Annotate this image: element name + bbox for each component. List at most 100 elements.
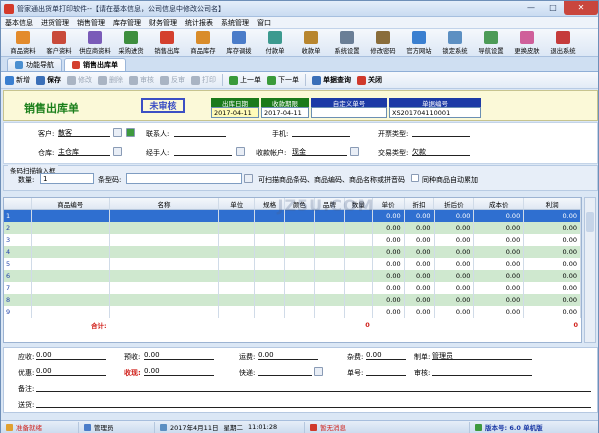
handler-input[interactable] bbox=[174, 147, 232, 156]
account-picker-icon[interactable] bbox=[350, 147, 359, 156]
tab-sales-out[interactable]: 销售出库单 bbox=[64, 58, 126, 71]
grid-cell bbox=[31, 210, 110, 222]
close-icon[interactable]: ✕ bbox=[564, 0, 598, 15]
menu-system[interactable]: 系统管理 bbox=[221, 18, 249, 28]
table-row[interactable]: 4 0.00 0.00 0.00 0.00 0.00 bbox=[4, 246, 581, 258]
table-row[interactable]: 1 0.00 0.00 0.00 0.00 0.00 bbox=[4, 210, 581, 222]
menu-basic-info[interactable]: 基本信息 bbox=[5, 18, 33, 28]
grid-cell bbox=[345, 258, 373, 270]
freight-input[interactable]: 0.00 bbox=[258, 351, 318, 360]
doc-title: 销售出库单 bbox=[24, 102, 79, 115]
grid-cell bbox=[285, 306, 315, 318]
action-icon bbox=[36, 75, 45, 85]
doc-form: 客户: 散客 联系人: 手机: 开票类型: 仓库: 主仓库 经手人: 收款帐户:… bbox=[3, 122, 598, 164]
toolbar-button-goods[interactable]: 商品资料 bbox=[5, 30, 41, 56]
grid-cell: 0.00 bbox=[373, 282, 405, 294]
trade-type-select[interactable]: 欠款 bbox=[412, 147, 470, 156]
grid-cell bbox=[255, 319, 285, 331]
accumulate-checkbox[interactable] bbox=[411, 174, 419, 182]
action-icon bbox=[229, 75, 238, 85]
custom-no-field: 自定义单号 bbox=[311, 98, 387, 118]
action-icon bbox=[357, 75, 366, 85]
menu-window[interactable]: 窗口 bbox=[257, 18, 271, 28]
warehouse-picker-icon[interactable] bbox=[113, 147, 122, 156]
phone-input[interactable] bbox=[292, 128, 350, 137]
grid-cell bbox=[314, 270, 345, 282]
grid-cell: 0.00 bbox=[524, 282, 581, 294]
grid-vertical-scrollbar[interactable] bbox=[584, 197, 596, 343]
toolbar-button-transfer[interactable]: 库存调拨 bbox=[221, 30, 257, 56]
menu-purchase[interactable]: 进货管理 bbox=[41, 18, 69, 28]
toolbar-button-skin[interactable]: 更换皮肤 bbox=[509, 30, 545, 56]
toolbar-button-exit[interactable]: 退出系统 bbox=[545, 30, 581, 56]
toolbar-button-nav-settings[interactable]: 导航设置 bbox=[473, 30, 509, 56]
toolbar-button-settings[interactable]: 系统设置 bbox=[329, 30, 365, 56]
menu-finance[interactable]: 财务管理 bbox=[149, 18, 177, 28]
toolbar-button-receipt[interactable]: 收款单 bbox=[293, 30, 329, 56]
grid-cell bbox=[219, 234, 256, 246]
toolbar-button-payment[interactable]: 付款单 bbox=[257, 30, 293, 56]
doc-no-input[interactable]: XS201704110001 bbox=[389, 107, 481, 118]
waybill-input[interactable] bbox=[366, 367, 406, 376]
tab-label: 销售出库单 bbox=[83, 61, 118, 69]
out-date-input[interactable]: 2017-04-11 bbox=[211, 107, 259, 118]
contact-input[interactable] bbox=[174, 128, 226, 137]
toolbar-button-customer[interactable]: 客户资料 bbox=[41, 30, 77, 56]
table-row[interactable]: 6 0.00 0.00 0.00 0.00 0.00 bbox=[4, 270, 581, 282]
menu-inventory[interactable]: 库存管理 bbox=[113, 18, 141, 28]
menu-sales[interactable]: 销售管理 bbox=[77, 18, 105, 28]
toolbar-button-website[interactable]: 官方网站 bbox=[401, 30, 437, 56]
status-weekday: 星期二 bbox=[223, 424, 243, 432]
custom-no-input[interactable] bbox=[311, 107, 387, 118]
warehouse-input[interactable]: 主仓库 bbox=[58, 147, 110, 156]
misc-input[interactable]: 0.00 bbox=[366, 351, 406, 360]
due-date-input[interactable]: 2017-04-11 bbox=[261, 107, 309, 118]
table-row[interactable]: 3 0.00 0.00 0.00 0.00 0.00 bbox=[4, 234, 581, 246]
express-input[interactable] bbox=[258, 367, 312, 376]
toolbar-button-password[interactable]: 修改密码 bbox=[365, 30, 401, 56]
invoice-input[interactable] bbox=[412, 128, 470, 137]
menu-reports[interactable]: 统计报表 bbox=[185, 18, 213, 28]
remark-input[interactable] bbox=[36, 383, 591, 392]
table-row[interactable]: 8 0.00 0.00 0.00 0.00 0.00 bbox=[4, 294, 581, 306]
account-input[interactable]: 现金 bbox=[292, 147, 347, 156]
receivable-input[interactable]: 0.00 bbox=[36, 351, 106, 360]
action-button-7[interactable]: 上一单 bbox=[229, 75, 261, 85]
toolbar-button-stock[interactable]: 商品库存 bbox=[185, 30, 221, 56]
action-button-1[interactable]: 保存 bbox=[36, 75, 61, 85]
toolbar-button-sales-out[interactable]: 销售出库 bbox=[149, 30, 185, 56]
table-row[interactable]: 7 0.00 0.00 0.00 0.00 0.00 bbox=[4, 282, 581, 294]
table-row[interactable]: 2 0.00 0.00 0.00 0.00 0.00 bbox=[4, 222, 581, 234]
grid-cell: 0.00 bbox=[372, 246, 405, 258]
express-picker-icon[interactable] bbox=[314, 367, 323, 376]
address-input[interactable] bbox=[36, 399, 591, 408]
grid-cell: 0.00 bbox=[373, 306, 405, 318]
toolbar-button-supplier[interactable]: 供应商资料 bbox=[77, 30, 113, 56]
add-customer-icon[interactable] bbox=[126, 128, 135, 137]
barcode-search-icon[interactable] bbox=[244, 174, 253, 183]
action-button-9[interactable]: 单据查询 bbox=[312, 75, 351, 85]
action-button-0[interactable]: 新增 bbox=[5, 75, 30, 85]
barcode-input[interactable] bbox=[126, 173, 242, 184]
status-message[interactable]: 暂无消息 bbox=[305, 421, 470, 433]
handler-picker-icon[interactable] bbox=[236, 147, 245, 156]
table-row[interactable]: 9 0.00 0.00 0.00 0.00 0.00 bbox=[4, 306, 581, 318]
maximize-icon[interactable]: □ bbox=[542, 1, 564, 15]
received-input[interactable]: 0.00 bbox=[144, 367, 214, 376]
action-button-8[interactable]: 下一单 bbox=[267, 75, 299, 85]
tab-function-nav[interactable]: 功能导航 bbox=[7, 58, 62, 71]
toolbar-button-lock[interactable]: 锁定系统 bbox=[437, 30, 473, 56]
action-icon bbox=[267, 75, 276, 85]
status-user-text: 管理员 bbox=[94, 424, 114, 432]
prepaid-input[interactable]: 0.00 bbox=[144, 351, 214, 360]
customer-picker-icon[interactable] bbox=[113, 128, 122, 137]
action-button-10[interactable]: 关闭 bbox=[357, 75, 382, 85]
status-version-text: 版本号: 6.0 单机版 bbox=[485, 424, 543, 432]
toolbar-button-purchase[interactable]: 采购进货 bbox=[113, 30, 149, 56]
qty-input[interactable]: 1 bbox=[40, 173, 94, 184]
discount-input[interactable]: 0.00 bbox=[36, 367, 106, 376]
grid-cell bbox=[344, 294, 373, 306]
customer-input[interactable]: 散客 bbox=[58, 128, 110, 137]
table-row[interactable]: 5 0.00 0.00 0.00 0.00 0.00 bbox=[4, 258, 581, 270]
minimize-icon[interactable]: — bbox=[520, 1, 542, 15]
